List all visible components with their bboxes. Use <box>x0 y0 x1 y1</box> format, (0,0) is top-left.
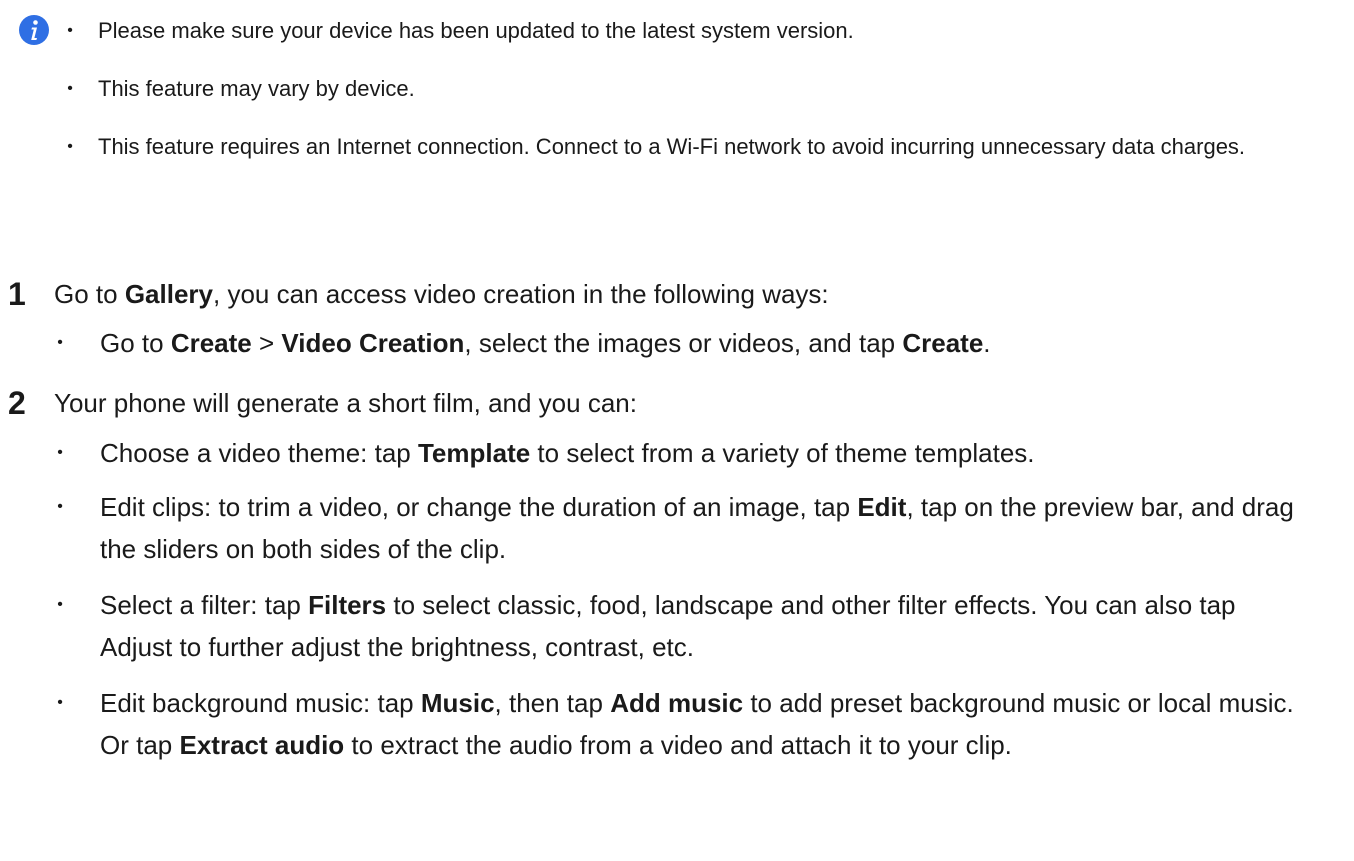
note-item: • This feature may vary by device. <box>60 68 1348 110</box>
step-item-text: Select a filter: tap Filters to select c… <box>100 590 1236 662</box>
note-item: • Please make sure your device has been … <box>60 10 1348 52</box>
step-2-item: • Choose a video theme: tap Template to … <box>54 432 1304 474</box>
step-2-item: • Edit clips: to trim a video, or change… <box>54 486 1304 570</box>
bullet: • <box>57 334 63 351</box>
bullet: • <box>57 694 63 711</box>
step-item-text: Edit clips: to trim a video, or change t… <box>100 492 1294 564</box>
bullet: • <box>67 138 73 155</box>
step-item-text: Edit background music: tap Music, then t… <box>100 688 1294 760</box>
step-item-text: Choose a video theme: tap Template to se… <box>100 438 1035 468</box>
bullet: • <box>57 498 63 515</box>
step-1-item: • Go to Create > Video Creation, select … <box>54 322 1304 364</box>
bullet: • <box>57 596 63 613</box>
note-text: This feature requires an Internet connec… <box>98 134 1246 159</box>
gallery-label: Gallery <box>124 279 213 309</box>
step-item-text: Go to Create > Video Creation, select th… <box>100 328 991 358</box>
step-heading: Your phone will generate a short film, a… <box>54 388 637 418</box>
step-number: 2 <box>8 385 26 421</box>
step-number: 1 <box>8 276 26 312</box>
step-2-item: • Select a filter: tap Filters to select… <box>54 584 1304 668</box>
note-text: This feature may vary by device. <box>98 76 415 101</box>
bullet: • <box>67 80 73 97</box>
bullet: • <box>67 22 73 39</box>
note-item: • This feature requires an Internet conn… <box>60 126 1348 168</box>
bullet: • <box>57 444 63 461</box>
info-icon <box>19 15 49 45</box>
note-text: Please make sure your device has been up… <box>98 18 854 43</box>
step-heading: Go to Gallery, you can access video crea… <box>54 279 829 309</box>
step-2-item: • Edit background music: tap Music, then… <box>54 682 1304 766</box>
